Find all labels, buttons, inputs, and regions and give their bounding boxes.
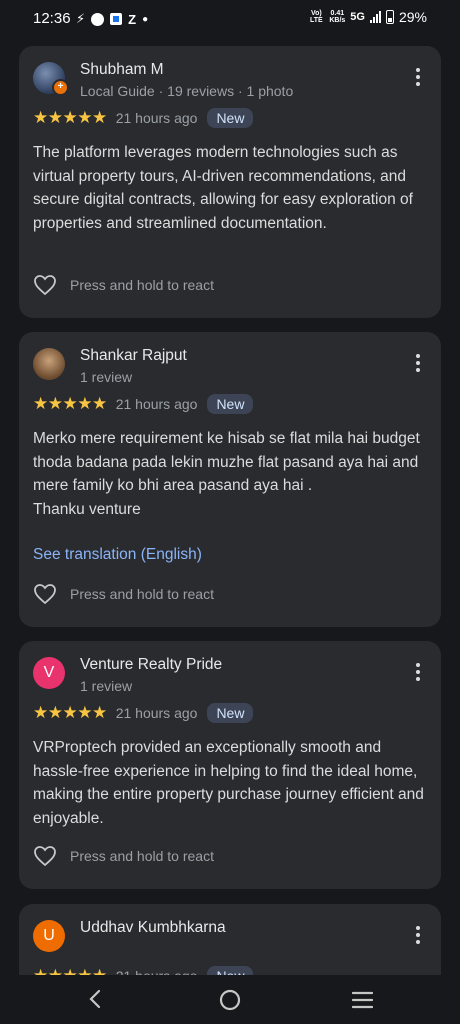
back-icon[interactable] bbox=[86, 989, 106, 1009]
more-options-icon[interactable] bbox=[415, 926, 421, 944]
see-translation-link[interactable]: See translation (English) bbox=[33, 543, 202, 567]
volte-indicator: Vo) LTE bbox=[309, 10, 323, 24]
navigation-bar bbox=[0, 975, 460, 1024]
battery-icon bbox=[385, 10, 394, 24]
status-bar: 12:36 ⚡ Z ● Vo) LTE 0.41 KB/s 5G 29% bbox=[0, 0, 460, 38]
more-options-icon[interactable] bbox=[415, 68, 421, 86]
heart-icon bbox=[34, 846, 56, 867]
react-button[interactable]: Press and hold to react bbox=[33, 583, 214, 605]
more-options-icon[interactable] bbox=[415, 354, 421, 372]
local-guide-badge-icon: + bbox=[52, 79, 69, 96]
bolt-icon: ⚡ bbox=[76, 11, 86, 26]
react-label: Press and hold to react bbox=[70, 277, 214, 293]
dot-icon: ● bbox=[142, 13, 149, 25]
reviewer-name[interactable]: Shankar Rajput bbox=[80, 347, 187, 365]
network-speed-unit: KB/s bbox=[329, 17, 346, 24]
review-text: VRProptech provided an exceptionally smo… bbox=[33, 739, 424, 827]
review-text: The platform leverages modern technologi… bbox=[33, 144, 413, 232]
network-speed-value: 0.41 bbox=[330, 10, 345, 17]
react-label: Press and hold to react bbox=[70, 848, 214, 864]
image-icon bbox=[110, 13, 123, 25]
reviewer-name[interactable]: Uddhav Kumbhkarna bbox=[80, 919, 226, 937]
react-label: Press and hold to react bbox=[70, 586, 214, 602]
star-rating: ★★★★★ bbox=[33, 394, 107, 413]
rating-row: ★★★★★ 21 hours ago New bbox=[33, 703, 254, 723]
home-icon[interactable] bbox=[219, 989, 241, 1011]
react-button[interactable]: Press and hold to react bbox=[33, 845, 214, 867]
avatar[interactable] bbox=[33, 348, 65, 380]
avatar-initial: U bbox=[43, 927, 55, 944]
reviewer-name[interactable]: Venture Realty Pride bbox=[80, 656, 222, 674]
clock: 12:36 bbox=[33, 10, 71, 27]
heart-icon bbox=[34, 584, 56, 605]
react-button[interactable]: Press and hold to react bbox=[33, 274, 214, 296]
chat-bubble-icon bbox=[91, 12, 105, 26]
rating-row: ★★★★★ 21 hours ago New bbox=[33, 394, 254, 414]
reviewer-name[interactable]: Shubham M bbox=[80, 61, 164, 79]
star-rating: ★★★★★ bbox=[33, 703, 107, 722]
new-badge: New bbox=[207, 703, 254, 723]
review-time: 21 hours ago bbox=[115, 110, 198, 126]
new-badge: New bbox=[207, 108, 254, 128]
notification-icons: ⚡ Z ● bbox=[76, 11, 148, 27]
review-time: 21 hours ago bbox=[115, 396, 198, 412]
new-badge: New bbox=[207, 394, 254, 414]
network-type: 5G bbox=[350, 11, 365, 23]
reviewer-meta: Local Guide · 19 reviews · 1 photo bbox=[80, 83, 294, 99]
review-card: + Shubham M Local Guide · 19 reviews · 1… bbox=[19, 46, 441, 318]
review-time: 21 hours ago bbox=[115, 705, 198, 721]
review-text: Merko mere requirement ke hisab se flat … bbox=[33, 430, 420, 518]
system-indicators: Vo) LTE 0.41 KB/s 5G 29% bbox=[308, 9, 427, 25]
signal-icon bbox=[369, 11, 381, 23]
review-card: V Venture Realty Pride 1 review ★★★★★ 21… bbox=[19, 641, 441, 889]
z-icon: Z bbox=[128, 11, 137, 27]
heart-icon bbox=[34, 275, 56, 296]
avatar[interactable]: + bbox=[33, 62, 69, 96]
reviewer-meta: 1 review bbox=[80, 369, 133, 385]
review-card: Shankar Rajput 1 review ★★★★★ 21 hours a… bbox=[19, 332, 441, 627]
more-options-icon[interactable] bbox=[415, 663, 421, 681]
star-rating: ★★★★★ bbox=[33, 108, 107, 127]
battery-percent: 29% bbox=[398, 9, 427, 25]
network-speed: 0.41 KB/s bbox=[329, 10, 345, 24]
recents-icon[interactable] bbox=[352, 991, 373, 1009]
reviewer-meta: 1 review bbox=[80, 678, 133, 694]
rating-row: ★★★★★ 21 hours ago New bbox=[33, 108, 254, 128]
avatar[interactable]: U bbox=[33, 920, 65, 952]
avatar[interactable]: V bbox=[33, 657, 65, 689]
avatar-initial: V bbox=[43, 664, 55, 681]
